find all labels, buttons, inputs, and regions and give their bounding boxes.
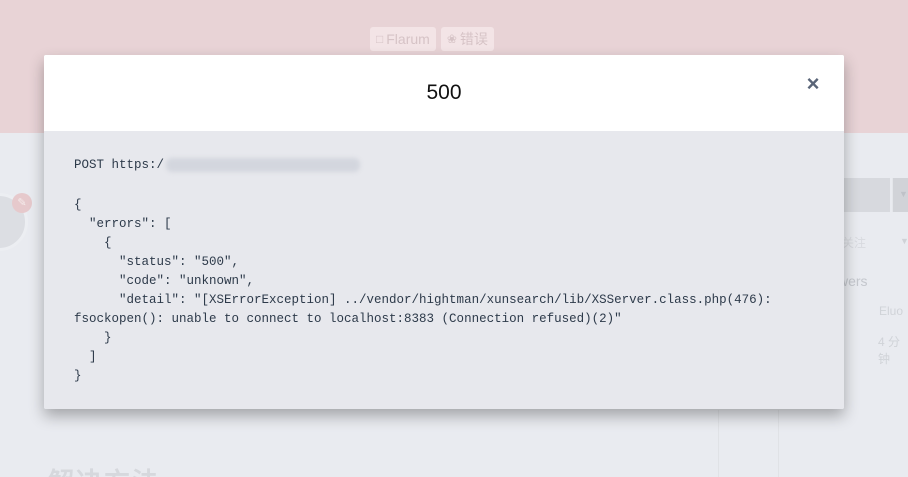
divider xyxy=(778,410,779,477)
follower-name[interactable]: Eluo xyxy=(879,304,903,318)
bug-icon: ❀ xyxy=(446,32,457,46)
tag-error[interactable]: ❀ 错误 xyxy=(440,27,494,51)
tag-label: 错误 xyxy=(459,31,488,47)
modal-header: 500 × xyxy=(44,55,844,131)
modal-title: 500 xyxy=(426,81,462,104)
request-method-url: POST https:/ xyxy=(74,158,165,172)
tag-label: Flarum xyxy=(386,31,430,47)
divider xyxy=(718,410,719,477)
caret-down-icon: ▼ xyxy=(899,189,908,199)
comment-icon: □ xyxy=(376,32,384,46)
error-response-body: { "errors": [ { "status": "500", "code":… xyxy=(74,198,772,383)
request-line: POST https:/ xyxy=(74,158,361,172)
badge-icon: ✎ xyxy=(12,193,32,213)
tag-flarum[interactable]: □ Flarum xyxy=(370,27,436,51)
redacted-url xyxy=(166,158,361,172)
follower-time: 4 分钟 xyxy=(878,335,901,366)
close-icon[interactable]: × xyxy=(802,73,824,95)
page-heading: 解决方法 xyxy=(48,462,160,477)
caret-down-icon: ▼ xyxy=(900,236,908,246)
tag-list: □ Flarum ❀ 错误 xyxy=(370,27,494,51)
follow-button[interactable]: 关注 xyxy=(842,234,866,251)
modal-body: POST https:/ { "errors": [ { "status": "… xyxy=(44,131,844,409)
error-modal: 500 × POST https:/ { "errors": [ { "stat… xyxy=(44,55,844,409)
